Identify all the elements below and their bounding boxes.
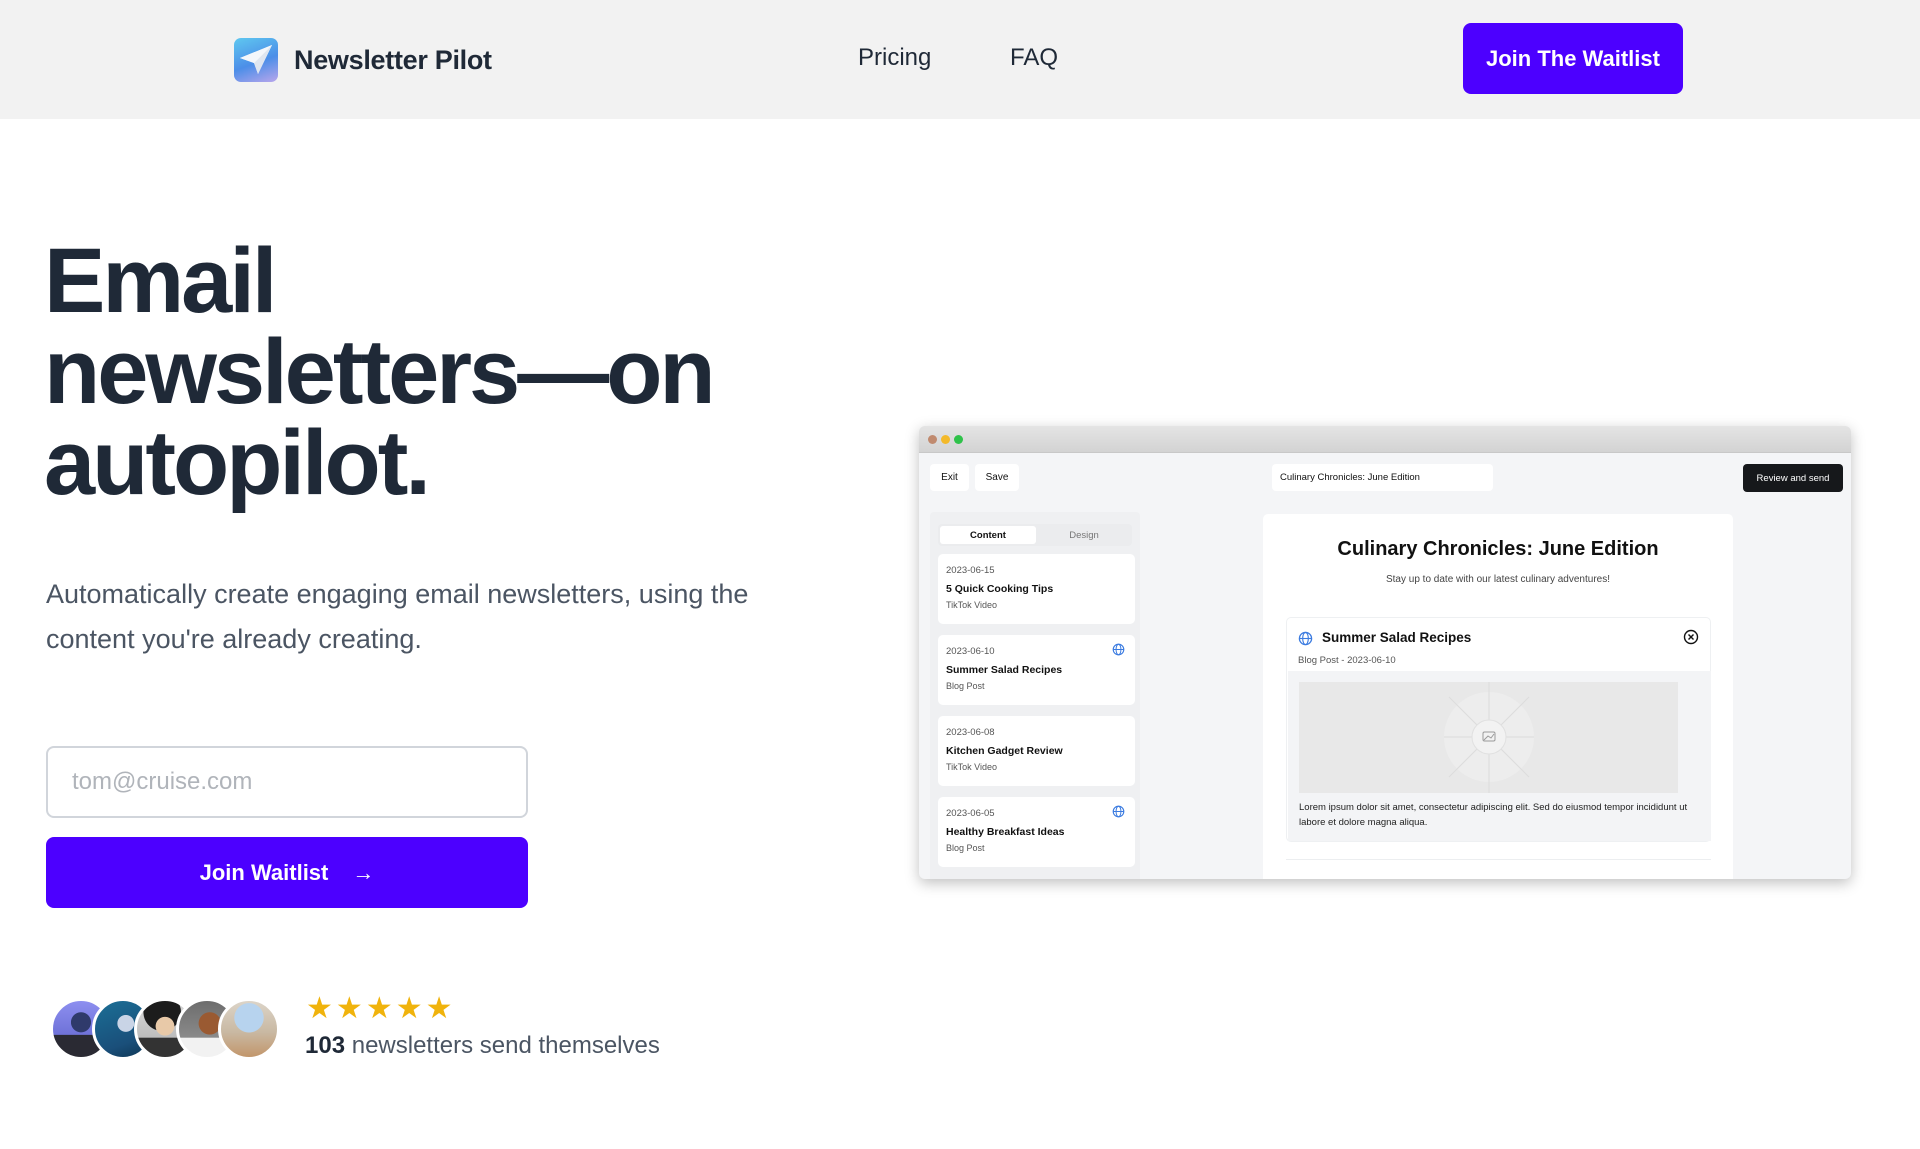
avatar-group: [50, 998, 290, 1060]
item-type: TikTok Video: [946, 600, 998, 610]
item-type: TikTok Video: [946, 762, 998, 772]
tab-content[interactable]: Content: [940, 526, 1036, 544]
newsletter-title: Culinary Chronicles: June Edition: [1337, 538, 1659, 560]
content-item[interactable]: 2023-06-08 Kitchen Gadget Review TikTok …: [938, 716, 1135, 786]
arrow-right-icon: →: [352, 859, 375, 885]
card-meta: Blog Post - 2023-06-10: [1298, 655, 1396, 666]
close-dot-icon: [928, 435, 937, 444]
globe-icon: [1112, 805, 1125, 818]
card-title: Summer Salad Recipes: [1322, 630, 1472, 645]
content-sidebar: Content Design 2023-06-15 5 Quick Cookin…: [930, 512, 1140, 879]
item-date: 2023-06-15: [946, 565, 995, 576]
save-button[interactable]: Save: [975, 464, 1019, 491]
count-suffix: newsletters send themselves: [345, 1032, 660, 1059]
nav-faq[interactable]: FAQ: [1010, 44, 1058, 72]
join-the-waitlist-button[interactable]: Join The Waitlist: [1463, 23, 1683, 94]
count-number: 103: [305, 1032, 346, 1059]
item-type: Blog Post: [946, 681, 985, 691]
brand-name: Newsletter Pilot: [294, 44, 492, 75]
maximize-dot-icon: [954, 435, 963, 444]
image-placeholder: [1299, 682, 1678, 793]
item-title: 5 Quick Cooking Tips: [946, 583, 1054, 595]
divider: [1286, 859, 1711, 860]
content-item[interactable]: 2023-06-05 Healthy Breakfast Ideas Blog …: [938, 797, 1135, 867]
globe-icon: [1298, 631, 1313, 646]
item-title: Summer Salad Recipes: [946, 664, 1063, 676]
minimize-dot-icon: [941, 435, 950, 444]
sidebar-tabs: Content Design: [938, 524, 1132, 546]
item-title: Kitchen Gadget Review: [946, 745, 1063, 757]
exit-button[interactable]: Exit: [930, 464, 969, 491]
site-header: Newsletter Pilot Pricing FAQ Join The Wa…: [0, 0, 1920, 119]
content-item[interactable]: 2023-06-15 5 Quick Cooking Tips TikTok V…: [938, 554, 1135, 624]
content-item[interactable]: 2023-06-10 Summer Salad Recipes Blog Pos…: [938, 635, 1135, 705]
hero-headline: Email newsletters—on autopilot.: [44, 230, 804, 514]
card-body: Lorem ipsum dolor sit amet, consectetur …: [1288, 671, 1711, 841]
remove-circle-icon[interactable]: [1683, 629, 1699, 645]
headline-line: autopilot.: [44, 412, 431, 514]
newsletter-title-input[interactable]: Culinary Chronicles: June Edition: [1272, 464, 1493, 491]
tab-design[interactable]: Design: [1036, 526, 1132, 544]
star-icon: ★: [425, 992, 453, 1025]
card-body-text: Lorem ipsum dolor sit amet, consectetur …: [1299, 802, 1688, 828]
star-icon: ★: [395, 992, 423, 1025]
review-and-send-button[interactable]: Review and send: [1743, 464, 1843, 492]
rating-stars: ★ ★ ★ ★ ★: [306, 994, 453, 1024]
window-titlebar: [919, 426, 1851, 453]
item-type: Blog Post: [946, 843, 985, 853]
nav-pricing[interactable]: Pricing: [858, 44, 931, 72]
paper-plane-icon: [234, 38, 278, 82]
newsletter-canvas: Culinary Chronicles: June Edition Stay u…: [1263, 514, 1733, 879]
hero-subtext: Automatically create engaging email news…: [46, 579, 749, 654]
newsletter-content-card[interactable]: Summer Salad Recipes Blog Post - 2023-06…: [1286, 617, 1711, 842]
item-title: Healthy Breakfast Ideas: [946, 826, 1065, 838]
headline-line: Email: [44, 230, 277, 332]
star-icon: ★: [306, 992, 333, 1025]
star-icon: ★: [335, 992, 363, 1025]
email-input[interactable]: [46, 746, 528, 818]
headline-line: newsletters—on: [44, 321, 716, 423]
globe-icon: [1112, 643, 1125, 656]
avatar: [218, 998, 280, 1060]
newsletter-count: 103 newsletters send themselves: [305, 1032, 660, 1060]
item-date: 2023-06-08: [946, 727, 995, 738]
newsletter-subtitle: Stay up to date with our latest culinary…: [1385, 574, 1610, 585]
join-waitlist-button[interactable]: Join Waitlist →: [46, 837, 528, 908]
star-icon: ★: [365, 992, 393, 1025]
item-date: 2023-06-10: [946, 646, 995, 657]
app-preview-window: Exit Save Culinary Chronicles: June Edit…: [919, 426, 1851, 879]
brand-logo[interactable]: Newsletter Pilot: [234, 38, 492, 82]
item-date: 2023-06-05: [946, 808, 995, 819]
join-waitlist-label: Join Waitlist: [199, 859, 329, 885]
